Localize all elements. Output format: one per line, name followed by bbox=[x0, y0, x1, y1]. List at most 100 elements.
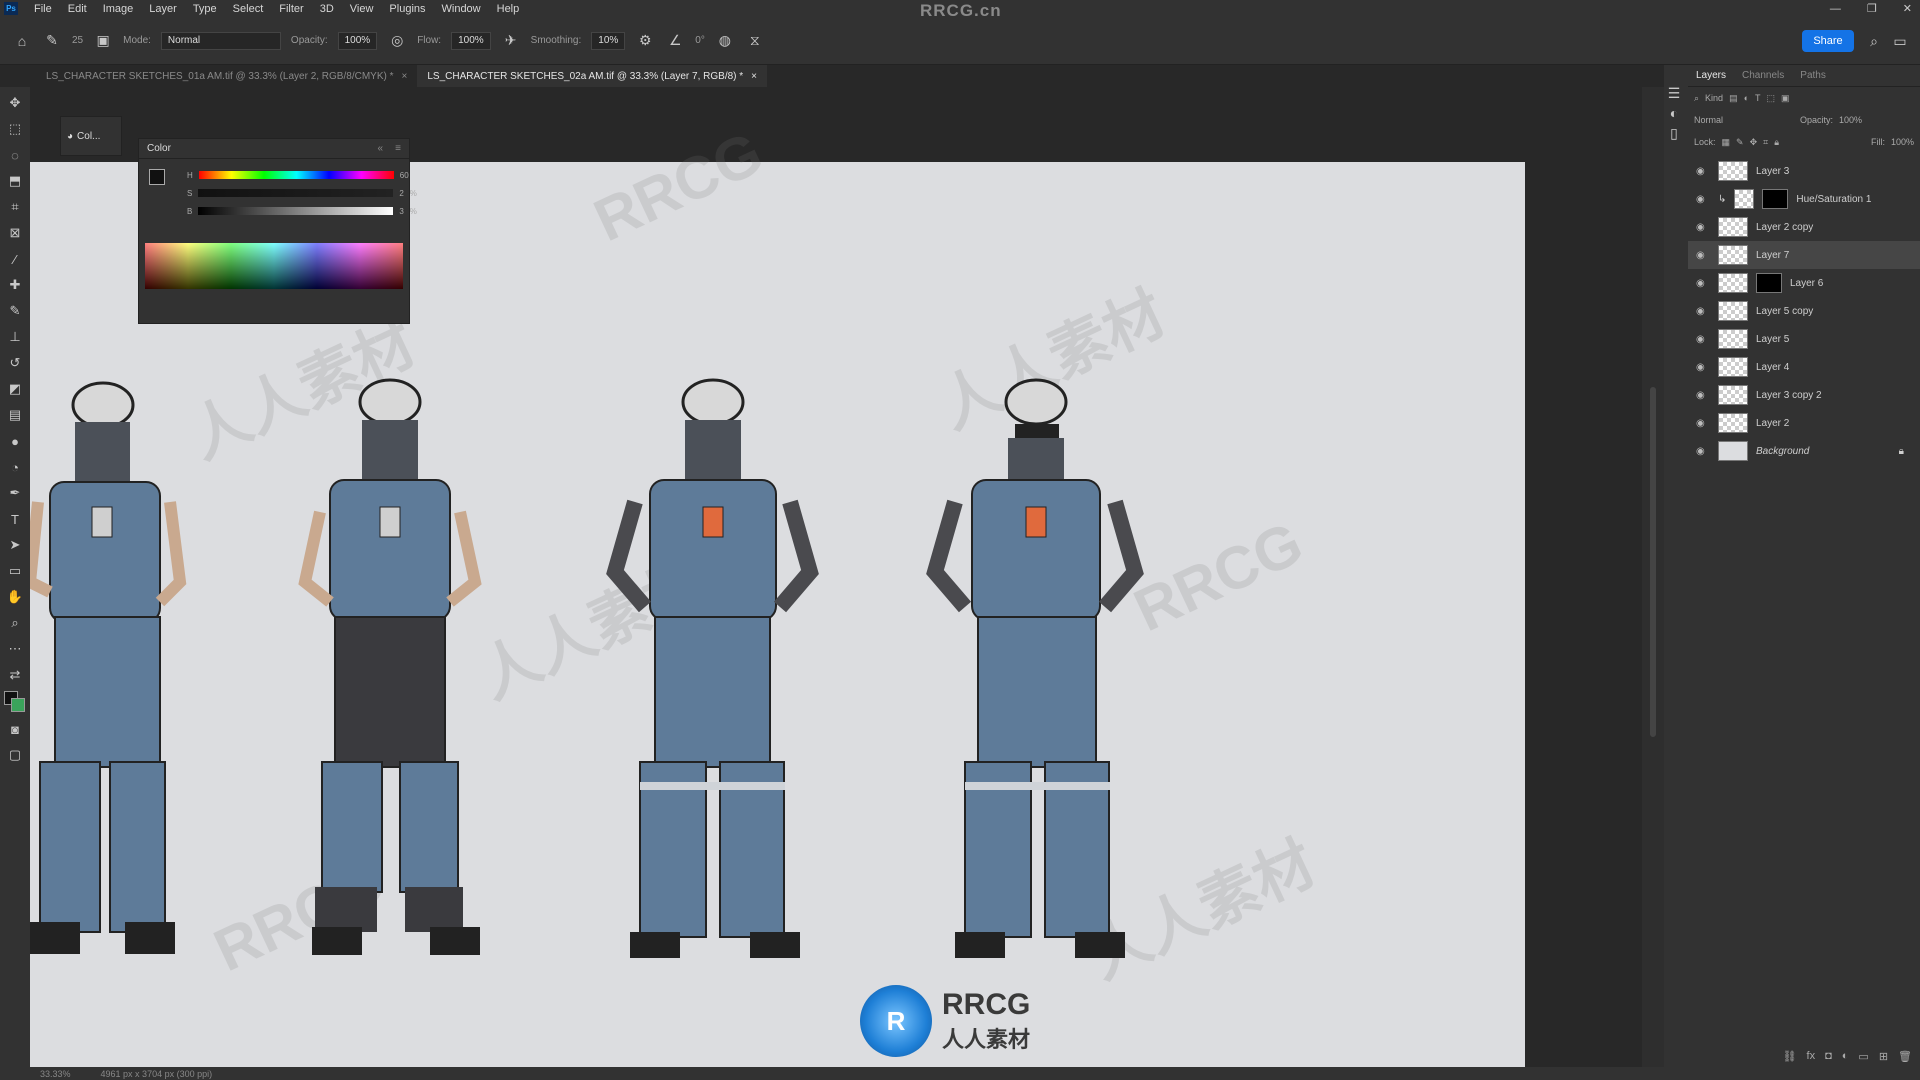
menu-help[interactable]: Help bbox=[489, 3, 528, 15]
adjustments-icon[interactable]: ◐ bbox=[1664, 103, 1684, 123]
minimize-icon[interactable]: — bbox=[1830, 3, 1841, 15]
layer-row[interactable]: ◉ Background 🔒︎ bbox=[1688, 437, 1920, 465]
canvas-area[interactable]: ◕ Col... RRCG 人人素材 人人素材 人人素材 RRCG RRCG 人… bbox=[30, 87, 1642, 1068]
layer-row[interactable]: ◉ Layer 5 bbox=[1688, 325, 1920, 353]
filter-smart-icon[interactable]: ▣ bbox=[1781, 93, 1790, 104]
symmetry-icon[interactable]: ⧖ bbox=[745, 31, 765, 51]
layer-row[interactable]: ◉ Layer 2 bbox=[1688, 409, 1920, 437]
visibility-eye-icon[interactable]: ◉ bbox=[1696, 390, 1710, 401]
gear-icon[interactable]: ⚙ bbox=[635, 31, 655, 51]
document-info[interactable]: 4961 px x 3704 px (300 ppi) bbox=[101, 1069, 213, 1079]
new-layer-icon[interactable]: ⊞ bbox=[1879, 1050, 1888, 1063]
layer-row[interactable]: ◉ Layer 2 copy bbox=[1688, 213, 1920, 241]
foreground-background-swatch[interactable] bbox=[4, 691, 26, 713]
dodge-tool-icon[interactable]: ◔ bbox=[4, 457, 26, 477]
tab-paths[interactable]: Paths bbox=[1800, 70, 1826, 81]
frame-tool-icon[interactable]: ⊠ bbox=[4, 223, 26, 243]
menu-type[interactable]: Type bbox=[185, 3, 225, 15]
menu-window[interactable]: Window bbox=[434, 3, 489, 15]
angle-value[interactable]: 0° bbox=[695, 35, 705, 46]
search-icon[interactable]: ⌕ bbox=[1864, 31, 1884, 51]
canvas-scrollbar[interactable] bbox=[1642, 87, 1664, 1067]
collapsed-color-panel[interactable]: ◕ Col... bbox=[60, 116, 122, 156]
home-icon[interactable]: ⌂ bbox=[12, 31, 32, 51]
menu-file[interactable]: File bbox=[26, 3, 60, 15]
visibility-eye-icon[interactable]: ◉ bbox=[1696, 306, 1710, 317]
saturation-slider[interactable] bbox=[198, 189, 394, 197]
visibility-eye-icon[interactable]: ◉ bbox=[1696, 278, 1710, 289]
zoom-level[interactable]: 33.33% bbox=[40, 1069, 71, 1079]
filter-adjust-icon[interactable]: ◐ bbox=[1744, 93, 1749, 103]
scrollbar-thumb[interactable] bbox=[1650, 387, 1656, 737]
document-tab[interactable]: LS_CHARACTER SKETCHES_01a AM.tif @ 33.3%… bbox=[36, 65, 417, 87]
restore-icon[interactable]: ❐ bbox=[1867, 2, 1877, 15]
menu-layer[interactable]: Layer bbox=[141, 3, 185, 15]
mode-select[interactable]: Normal bbox=[160, 31, 281, 50]
background-color[interactable] bbox=[11, 698, 25, 712]
swap-colors-icon[interactable]: ⇄ bbox=[4, 665, 26, 685]
hue-slider[interactable] bbox=[198, 171, 394, 179]
pressure-opacity-icon[interactable]: ◎ bbox=[387, 31, 407, 51]
menu-edit[interactable]: Edit bbox=[60, 3, 95, 15]
move-tool-icon[interactable]: ✥ bbox=[4, 93, 26, 113]
lock-all-icon[interactable]: 🔒︎ bbox=[1774, 137, 1779, 148]
tab-layers[interactable]: Layers bbox=[1696, 70, 1726, 81]
color-panel[interactable]: Color « ≡ H 60 S 2 % B 3 % bbox=[138, 138, 417, 324]
crop-tool-icon[interactable]: ⌗ bbox=[4, 197, 26, 217]
trash-icon[interactable]: 🗑︎ bbox=[1898, 1050, 1912, 1063]
stamp-tool-icon[interactable]: ⊥ bbox=[4, 327, 26, 347]
zoom-tool-icon[interactable]: ⌕ bbox=[4, 613, 26, 633]
saturation-slider-row[interactable]: S 2 % bbox=[147, 185, 417, 201]
menu-filter[interactable]: Filter bbox=[271, 3, 311, 15]
new-adjustment-icon[interactable]: ◐ bbox=[1842, 1050, 1849, 1063]
hand-tool-icon[interactable]: ✋ bbox=[4, 587, 26, 607]
visibility-eye-icon[interactable]: ◉ bbox=[1696, 362, 1710, 373]
properties-icon[interactable]: ☰ bbox=[1664, 83, 1684, 103]
rectangle-tool-icon[interactable]: ▭ bbox=[4, 561, 26, 581]
layer-row[interactable]: ◉ Layer 5 copy bbox=[1688, 297, 1920, 325]
type-tool-icon[interactable]: T bbox=[4, 509, 26, 529]
color-panel-header[interactable]: Color « ≡ bbox=[139, 139, 409, 159]
visibility-eye-icon[interactable]: ◉ bbox=[1696, 446, 1710, 457]
opacity-value[interactable]: 100% bbox=[1839, 115, 1862, 125]
document-tab-active[interactable]: LS_CHARACTER SKETCHES_02a AM.tif @ 33.3%… bbox=[417, 65, 768, 87]
fill-value[interactable]: 100% bbox=[1891, 137, 1914, 147]
visibility-eye-icon[interactable]: ◉ bbox=[1696, 250, 1710, 261]
layer-row-selected[interactable]: ◉ Layer 7 bbox=[1688, 241, 1920, 269]
brightness-value[interactable]: 3 bbox=[399, 207, 403, 216]
menu-select[interactable]: Select bbox=[225, 3, 272, 15]
link-layers-icon[interactable]: ⛓ bbox=[1783, 1050, 1797, 1063]
brush-tool-icon[interactable]: ✎ bbox=[4, 301, 26, 321]
pen-tool-icon[interactable]: ✒ bbox=[4, 483, 26, 503]
brightness-slider[interactable] bbox=[198, 207, 394, 215]
libraries-icon[interactable]: ▯ bbox=[1664, 123, 1684, 143]
lock-artboard-icon[interactable]: ⌗ bbox=[1763, 137, 1768, 148]
object-select-icon[interactable]: ⬒ bbox=[4, 171, 26, 191]
flow-field[interactable]: 100% bbox=[451, 31, 491, 50]
pressure-size-icon[interactable]: ◍ bbox=[715, 31, 735, 51]
gradient-icon[interactable]: ▤ bbox=[4, 405, 26, 425]
brush-size-readout[interactable]: 25 bbox=[72, 35, 83, 46]
layer-row[interactable]: ◉ Layer 3 copy 2 bbox=[1688, 381, 1920, 409]
layer-row[interactable]: ◉ ↳ Hue/Saturation 1 bbox=[1688, 185, 1920, 213]
hue-slider-row[interactable]: H 60 bbox=[147, 167, 409, 183]
filter-type-icon[interactable]: T bbox=[1755, 93, 1761, 103]
menu-plugins[interactable]: Plugins bbox=[381, 3, 433, 15]
color-spectrum[interactable] bbox=[145, 243, 403, 289]
blend-mode-select[interactable]: Normal bbox=[1694, 115, 1794, 125]
panel-menu-icon[interactable]: ≡ bbox=[395, 143, 401, 154]
lock-position-icon[interactable]: ✥ bbox=[1750, 137, 1758, 148]
workspace-icon[interactable]: ▭ bbox=[1890, 31, 1910, 51]
opacity-field[interactable]: 100% bbox=[337, 31, 378, 50]
menu-image[interactable]: Image bbox=[95, 3, 142, 15]
airbrush-icon[interactable]: ✈ bbox=[501, 31, 521, 51]
lock-paint-icon[interactable]: ✎ bbox=[1736, 137, 1744, 148]
brush-tool-icon[interactable]: ✎ bbox=[42, 31, 62, 51]
tab-channels[interactable]: Channels bbox=[1742, 70, 1784, 81]
eyedropper-icon[interactable]: ⁄ bbox=[4, 249, 26, 269]
filter-kind-select[interactable]: Kind bbox=[1705, 93, 1723, 103]
smoothing-field[interactable]: 10% bbox=[591, 31, 626, 50]
marquee-tool-icon[interactable]: ⬚ bbox=[4, 119, 26, 139]
layer-row[interactable]: ◉ Layer 3 bbox=[1688, 157, 1920, 185]
saturation-value[interactable]: 2 bbox=[399, 189, 403, 198]
